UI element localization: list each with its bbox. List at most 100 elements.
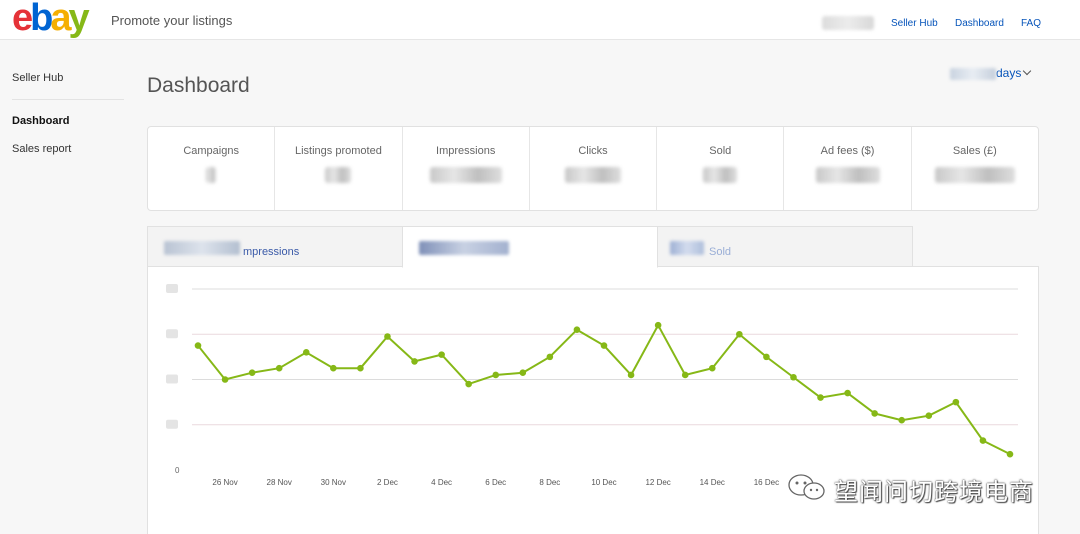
watermark-text: 望闻问切跨境电商 bbox=[834, 478, 1034, 506]
data-point[interactable] bbox=[384, 333, 391, 340]
sidebar-item-dashboard[interactable]: Dashboard bbox=[12, 115, 69, 127]
y-tick-label: 0 bbox=[175, 466, 180, 475]
x-tick-label: 28 Nov bbox=[267, 478, 292, 487]
x-tick-label: 4 Dec bbox=[431, 478, 452, 487]
x-tick-label: 8 Dec bbox=[539, 478, 560, 487]
data-point[interactable] bbox=[681, 371, 689, 379]
tab-label: Sold bbox=[709, 246, 732, 258]
stat-label: Clicks bbox=[578, 145, 608, 157]
sidebar-divider bbox=[12, 99, 124, 100]
x-tick-label: 6 Dec bbox=[485, 478, 506, 487]
date-range-dropdown[interactable]: days bbox=[950, 66, 1032, 80]
tab-clicks[interactable] bbox=[402, 226, 658, 268]
stat-label: Campaigns bbox=[183, 145, 239, 157]
tab-value-redacted bbox=[419, 241, 509, 255]
data-point[interactable] bbox=[275, 364, 283, 372]
logo-letter-b: b bbox=[30, 0, 53, 39]
stat-impressions: Impressions bbox=[403, 127, 530, 210]
date-range-redacted bbox=[950, 67, 996, 80]
y-tick-label-redacted bbox=[166, 329, 178, 339]
data-point[interactable] bbox=[952, 398, 960, 406]
watermark: 望闻问切跨境电商 bbox=[786, 470, 1048, 506]
y-tick-label-redacted bbox=[166, 284, 178, 293]
data-point[interactable] bbox=[519, 369, 527, 377]
date-range-label: days bbox=[996, 66, 1022, 80]
stat-label: Sold bbox=[709, 145, 732, 157]
stat-value-redacted bbox=[934, 167, 1015, 183]
data-point[interactable] bbox=[925, 412, 933, 419]
logo-letter-a: a bbox=[50, 0, 71, 39]
x-tick-label: 12 Dec bbox=[645, 478, 670, 487]
data-point[interactable] bbox=[302, 349, 310, 356]
x-tick-label: 10 Dec bbox=[591, 478, 616, 487]
page-title: Dashboard bbox=[147, 74, 250, 97]
data-point[interactable] bbox=[600, 342, 608, 349]
stat-value-redacted bbox=[815, 167, 880, 183]
stat-sales: Sales (£) bbox=[912, 127, 1038, 210]
tab-impressions[interactable]: mpressions bbox=[147, 226, 403, 267]
tab-value-redacted bbox=[164, 241, 240, 255]
stat-label: Sales (£) bbox=[952, 145, 997, 157]
ebay-logo[interactable]: ebay bbox=[12, 0, 90, 39]
stat-campaigns: Campaigns bbox=[148, 127, 276, 210]
wechat-icon bbox=[788, 474, 825, 500]
data-point[interactable] bbox=[844, 389, 851, 397]
data-point[interactable] bbox=[465, 380, 472, 388]
logo-letter-y: y bbox=[68, 0, 90, 39]
data-point[interactable] bbox=[898, 416, 906, 424]
sidebar-item-seller-hub[interactable]: Seller Hub bbox=[12, 72, 63, 84]
sidebar-item-sales-report[interactable]: Sales report bbox=[12, 143, 71, 155]
data-point[interactable] bbox=[330, 364, 337, 372]
stat-label: Listings promoted bbox=[295, 145, 382, 157]
data-point[interactable] bbox=[763, 353, 770, 361]
top-bar: ebay Promote your listings Seller Hub Da… bbox=[0, 0, 1080, 40]
data-point[interactable] bbox=[708, 364, 716, 372]
data-point[interactable] bbox=[492, 371, 500, 379]
y-tick-label-redacted bbox=[166, 419, 178, 429]
x-tick-label: 30 Nov bbox=[321, 478, 346, 487]
data-point[interactable] bbox=[979, 437, 987, 444]
stat-value-redacted bbox=[429, 167, 502, 183]
tab-value-redacted bbox=[670, 241, 704, 255]
tab-label: mpressions bbox=[243, 246, 300, 258]
data-point[interactable] bbox=[817, 394, 824, 401]
stat-sold: Sold bbox=[657, 127, 785, 210]
y-tick-label-redacted bbox=[166, 374, 178, 384]
x-tick-label: 26 Nov bbox=[212, 478, 237, 487]
data-point[interactable] bbox=[357, 364, 364, 372]
x-tick-label: 14 Dec bbox=[700, 478, 725, 487]
data-point[interactable] bbox=[627, 371, 635, 379]
data-point[interactable] bbox=[1006, 450, 1014, 458]
logo-letter-e: e bbox=[12, 0, 33, 39]
tab-sold[interactable]: Sold bbox=[657, 226, 913, 267]
stat-label: Impressions bbox=[436, 145, 496, 157]
user-name-redacted[interactable] bbox=[822, 16, 874, 30]
x-tick-label: 2 Dec bbox=[377, 478, 398, 487]
data-point[interactable] bbox=[573, 326, 581, 334]
data-point[interactable] bbox=[248, 369, 256, 377]
top-link-dashboard[interactable]: Dashboard bbox=[955, 18, 1004, 29]
data-point[interactable] bbox=[546, 353, 554, 361]
chevron-down-icon bbox=[1023, 66, 1032, 76]
stat-value-redacted bbox=[703, 167, 738, 183]
data-point[interactable] bbox=[736, 330, 743, 338]
app-title: Promote your listings bbox=[111, 13, 233, 28]
data-point[interactable] bbox=[438, 351, 445, 358]
data-point[interactable] bbox=[871, 410, 878, 417]
stat-listings-promoted: Listings promoted bbox=[275, 127, 403, 210]
data-point[interactable] bbox=[654, 321, 662, 329]
stat-value-redacted bbox=[206, 167, 217, 183]
data-point[interactable] bbox=[194, 342, 202, 349]
data-point[interactable] bbox=[790, 373, 797, 381]
top-link-faq[interactable]: FAQ bbox=[1021, 18, 1041, 29]
stat-value-redacted bbox=[564, 167, 621, 183]
data-point[interactable] bbox=[411, 358, 418, 365]
metric-tabs: mpressions Sold bbox=[147, 226, 913, 268]
x-tick-label: 16 Dec bbox=[754, 478, 779, 487]
top-link-seller-hub[interactable]: Seller Hub bbox=[891, 18, 938, 29]
data-point[interactable] bbox=[221, 376, 229, 383]
stat-ad-fees: Ad fees ($) bbox=[784, 127, 912, 210]
stat-value-redacted bbox=[325, 167, 352, 183]
stat-label: Ad fees ($) bbox=[820, 145, 875, 157]
stat-clicks: Clicks bbox=[530, 127, 658, 210]
